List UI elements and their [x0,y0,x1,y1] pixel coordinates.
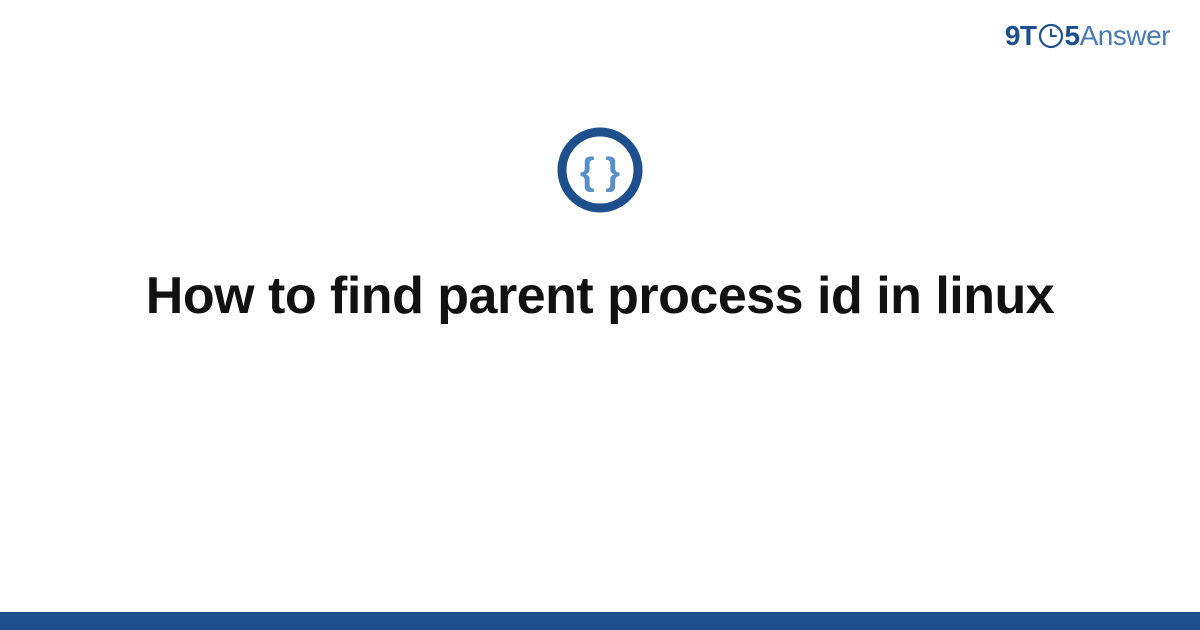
hero-content: { } How to find parent process id in lin… [0,125,1200,330]
brand-text-5: 5 [1065,22,1080,50]
brand-logo: 9T 5 Answer [1005,22,1170,50]
clock-icon [1038,23,1064,49]
svg-text:{ }: { } [580,151,620,193]
brand-text-9t: 9T [1005,22,1037,50]
footer-accent-bar [0,612,1200,630]
brand-text-answer: Answer [1080,22,1170,50]
page-title: How to find parent process id in linux [146,263,1054,330]
code-braces-icon: { } [555,125,645,215]
